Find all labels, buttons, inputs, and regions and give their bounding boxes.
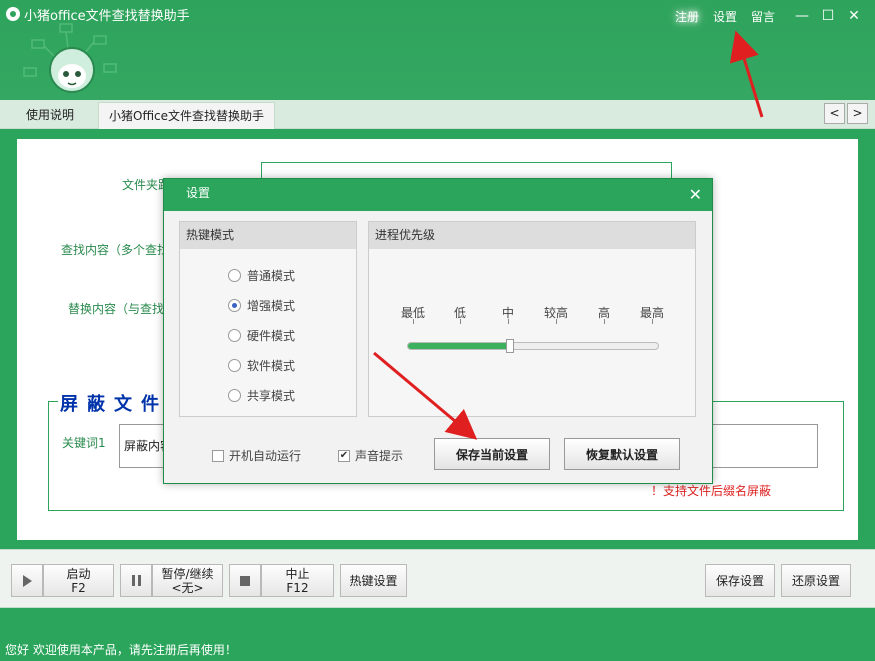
bottom-toolbar: 启动 F2 暂停/继续 <无> 中止 F12 热键设置 保存设置 还原设置 xyxy=(0,549,875,608)
tab-next-button[interactable]: > xyxy=(847,103,868,124)
replace-label: 替换内容（与查找 xyxy=(68,302,165,316)
radio-normal-mode[interactable]: 普通模式 xyxy=(228,267,295,284)
settings-dialog: 设置 ✕ 热键模式 普通模式 增强模式 硬件模式 软件模式 共享模式 进程优先级… xyxy=(163,178,713,484)
priority-panel: 进程优先级 最低 低 中 较高 高 最高 xyxy=(368,221,696,417)
top-links: 注册 设置 留言 — ☐ ✕ xyxy=(675,0,875,32)
priority-tick xyxy=(508,319,509,324)
sound-label: 声音提示 xyxy=(355,449,404,463)
hotkey-mode-header: 热键模式 xyxy=(180,222,356,249)
maximize-icon[interactable]: ☐ xyxy=(815,0,841,32)
find-label: 查找内容（多个查找 xyxy=(61,243,170,257)
priority-tick xyxy=(413,319,414,324)
pause-button[interactable]: 暂停/继续 <无> xyxy=(152,564,223,597)
radio-icon xyxy=(228,389,241,402)
radio-label: 共享模式 xyxy=(247,389,296,403)
support-note: ！支持文件后缀名屏蔽 xyxy=(651,484,772,498)
radio-shared-mode[interactable]: 共享模式 xyxy=(228,387,295,404)
radio-icon xyxy=(228,359,241,372)
status-text: 您好 欢迎使用本产品，请先注册后再使用！ xyxy=(5,643,237,657)
hotkey-settings-button[interactable]: 热键设置 xyxy=(340,564,407,597)
checkbox-unchecked-icon xyxy=(212,449,224,462)
priority-tick xyxy=(556,319,557,324)
priority-tick xyxy=(460,319,461,324)
autostart-label: 开机自动运行 xyxy=(229,449,302,463)
pause-icon[interactable] xyxy=(120,564,152,597)
priority-tick xyxy=(652,319,653,324)
priority-slider-thumb[interactable] xyxy=(506,339,514,353)
tab-bar: 使用说明 小猪Office文件查找替换助手 < > xyxy=(0,100,875,129)
radio-icon xyxy=(228,329,241,342)
stop-label: 中止 xyxy=(285,566,310,581)
tab-main[interactable]: 小猪Office文件查找替换助手 xyxy=(98,102,276,129)
stop-key: F12 xyxy=(286,580,309,595)
settings-link[interactable]: 设置 xyxy=(713,8,737,25)
start-label: 启动 xyxy=(66,566,91,581)
restore-default-settings-button[interactable]: 恢复默认设置 xyxy=(564,438,680,470)
priority-tick xyxy=(604,319,605,324)
priority-header: 进程优先级 xyxy=(369,222,695,249)
radio-label: 增强模式 xyxy=(247,299,296,313)
priority-slider-fill xyxy=(408,343,512,349)
message-link[interactable]: 留言 xyxy=(751,8,775,25)
title-bar: 小猪office文件查找替换助手 注册 设置 留言 — ☐ ✕ xyxy=(0,0,875,100)
hotkey-mode-panel: 热键模式 普通模式 增强模式 硬件模式 软件模式 共享模式 xyxy=(179,221,357,417)
radio-hardware-mode[interactable]: 硬件模式 xyxy=(228,327,295,344)
sound-checkbox[interactable]: ✔ 声音提示 xyxy=(338,447,403,464)
start-icon[interactable] xyxy=(11,564,43,597)
status-bar: 您好 欢迎使用本产品，请先注册后再使用！ xyxy=(0,608,875,661)
keyword-label: 关键词1 xyxy=(62,436,106,450)
autostart-checkbox[interactable]: 开机自动运行 xyxy=(212,447,301,464)
checkbox-checked-icon: ✔ xyxy=(338,449,350,462)
start-key: F2 xyxy=(71,580,86,595)
dialog-close-icon[interactable]: ✕ xyxy=(689,185,702,204)
start-button[interactable]: 启动 F2 xyxy=(43,564,114,597)
priority-slider[interactable] xyxy=(407,339,659,353)
radio-enhanced-mode[interactable]: 增强模式 xyxy=(228,297,295,314)
pause-key: <无> xyxy=(171,580,204,595)
radio-label: 硬件模式 xyxy=(247,329,296,343)
mascot-icon xyxy=(23,23,117,93)
stop-icon[interactable] xyxy=(229,564,261,597)
register-link[interactable]: 注册 xyxy=(675,8,699,25)
dialog-title-bar: 设置 ✕ xyxy=(164,179,712,211)
tab-prev-button[interactable]: < xyxy=(824,103,845,124)
save-current-settings-button[interactable]: 保存当前设置 xyxy=(434,438,550,470)
radio-icon xyxy=(228,269,241,282)
dialog-title: 设置 xyxy=(186,186,211,200)
stop-button[interactable]: 中止 F12 xyxy=(261,564,334,597)
close-icon[interactable]: ✕ xyxy=(841,0,867,32)
app-logo-icon xyxy=(6,7,20,21)
radio-label: 普通模式 xyxy=(247,269,296,283)
radio-software-mode[interactable]: 软件模式 xyxy=(228,357,295,374)
tab-instructions[interactable]: 使用说明 xyxy=(16,102,84,129)
radio-label: 软件模式 xyxy=(247,359,296,373)
restore-settings-button[interactable]: 还原设置 xyxy=(781,564,851,597)
pause-label: 暂停/继续 xyxy=(161,566,214,581)
radio-checked-icon xyxy=(228,299,241,312)
save-settings-button[interactable]: 保存设置 xyxy=(705,564,775,597)
minimize-icon[interactable]: — xyxy=(789,0,815,32)
